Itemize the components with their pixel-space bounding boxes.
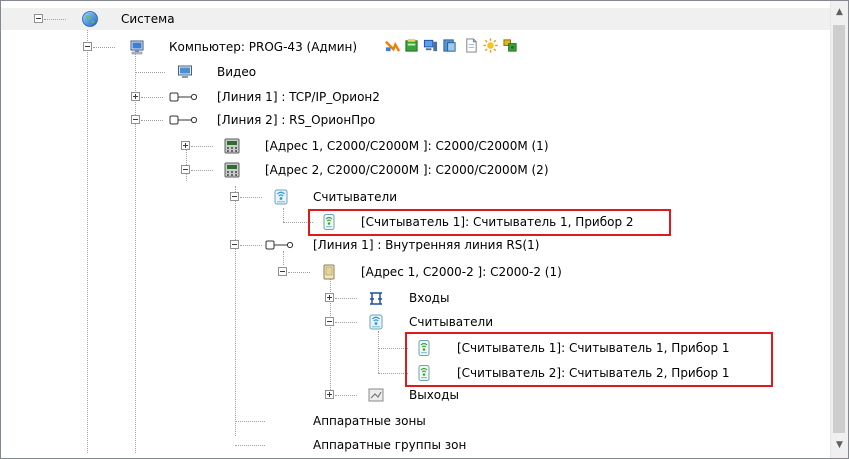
tree-connector — [141, 120, 163, 121]
tree-item-label: Аппаратные группы зон — [313, 438, 467, 452]
tree-connector — [288, 272, 310, 273]
tree-item-address-2[interactable]: [Адрес 2, С2000/С2000М ]: С2000/С2000М (… — [1, 159, 830, 181]
tree-connector — [44, 19, 66, 20]
scrollbar-thumb[interactable] — [833, 25, 845, 433]
tree-item-label: [Адрес 1, С2000/С2000М ]: С2000/С2000М (… — [265, 139, 549, 153]
tree-item-label: Выходы — [409, 388, 459, 402]
tree-item-label: Компьютер: PROG-43 (Админ) — [169, 40, 358, 54]
line-connector-icon — [169, 88, 199, 106]
tree-connector — [235, 421, 265, 422]
expand-toggle-icon[interactable] — [131, 92, 140, 101]
control-panel-icon — [223, 137, 241, 155]
tree-item-label: Считыватели — [313, 190, 397, 204]
tree-connector — [235, 445, 265, 446]
tree-connector — [335, 298, 357, 299]
readers-icon — [367, 313, 385, 331]
monitor-icon — [177, 63, 195, 81]
tree-connector — [240, 245, 262, 246]
tree-item-system[interactable]: Система — [1, 8, 830, 30]
globe-icon — [81, 10, 99, 28]
collapse-toggle-icon[interactable] — [181, 165, 190, 174]
tree-connector — [93, 47, 115, 48]
tree-item-label: [Адрес 2, С2000/С2000М ]: С2000/С2000М (… — [265, 163, 549, 177]
tree-connector — [335, 322, 357, 323]
scroll-up-icon[interactable]: ▲ — [834, 7, 845, 18]
tree-connector — [191, 146, 213, 147]
collapse-toggle-icon[interactable] — [34, 14, 43, 23]
tree-item-label: Считыватели — [409, 315, 493, 329]
tree-view-panel: Система Компьютер: PROG-43 (Админ) Видео — [0, 0, 849, 459]
tree-item-line-1[interactable]: [Линия 1] : TCP/IP_Орион2 — [1, 86, 830, 108]
tree-item-outputs[interactable]: Выходы — [1, 384, 830, 406]
tree-connector — [141, 97, 163, 98]
tree-connector — [378, 373, 408, 374]
expand-toggle-icon[interactable] — [325, 293, 334, 302]
collapse-toggle-icon[interactable] — [83, 42, 92, 51]
scroll-down-icon[interactable]: ▼ — [834, 440, 845, 451]
tree-item-c2000-2[interactable]: [Адрес 1, С2000-2 ]: С2000-2 (1) — [1, 261, 830, 283]
tree-item-internal-line-1[interactable]: [Линия 1] : Внутренняя линия RS(1) — [1, 234, 830, 256]
highlight-box — [308, 209, 671, 236]
tree-item-label: [Линия 2] : RS_ОрионПро — [217, 113, 376, 127]
sun-icon[interactable] — [483, 38, 498, 53]
tree-item-label: Система — [121, 12, 175, 26]
tree-item-label: Видео — [217, 65, 257, 79]
collapse-toggle-icon[interactable] — [325, 317, 334, 326]
c2000-2-device-icon — [320, 263, 338, 281]
tree-item-label: [Адрес 1, С2000-2 ]: С2000-2 (1) — [361, 265, 562, 279]
tree-item-hardware-zones[interactable]: Аппаратные зоны — [1, 410, 830, 432]
tree-item-label: [Линия 1] : TCP/IP_Орион2 — [217, 90, 380, 104]
tree-item-inputs[interactable]: Входы — [1, 287, 830, 309]
expand-toggle-icon[interactable] — [181, 141, 190, 150]
computer-icon — [129, 38, 147, 56]
vertical-scrollbar[interactable]: ▲ ▼ — [830, 1, 848, 458]
tree-item-label: Входы — [409, 291, 450, 305]
tree-item-readers[interactable]: Считыватели — [1, 186, 830, 208]
tree-item-line-2[interactable]: [Линия 2] : RS_ОрионПро — [1, 109, 830, 131]
tree-item-label: Аппаратные зоны — [313, 414, 426, 428]
blue-document-icon[interactable] — [442, 38, 457, 53]
tree-connector — [191, 170, 213, 171]
line-connector-icon — [265, 236, 295, 254]
control-panel-icon — [223, 161, 241, 179]
line-connector-icon — [169, 111, 199, 129]
blue-computer-icon[interactable] — [423, 38, 438, 53]
tree-connector — [240, 197, 262, 198]
green-database-icon[interactable] — [404, 38, 419, 53]
collapse-toggle-icon[interactable] — [230, 240, 239, 249]
keys-icon[interactable] — [503, 38, 518, 53]
tree-item-label: [Линия 1] : Внутренняя линия RS(1) — [313, 238, 540, 252]
tree-item-hardware-zone-groups[interactable]: Аппаратные группы зон — [1, 434, 830, 456]
readers-icon — [272, 188, 290, 206]
expand-toggle-icon[interactable] — [325, 390, 334, 399]
device-tree: Система Компьютер: PROG-43 (Админ) Видео — [1, 1, 830, 458]
tree-item-readers-2[interactable]: Считыватели — [1, 311, 830, 333]
page-icon[interactable] — [464, 38, 479, 53]
tree-connector — [335, 395, 357, 396]
collapse-toggle-icon[interactable] — [278, 267, 287, 276]
tree-connector — [135, 72, 165, 73]
tree-item-video[interactable]: Видео — [1, 61, 830, 83]
tree-connector — [378, 348, 408, 349]
outputs-icon — [367, 386, 385, 404]
collapse-toggle-icon[interactable] — [230, 192, 239, 201]
tree-item-computer[interactable]: Компьютер: PROG-43 (Админ) — [1, 36, 830, 58]
orange-arrow-icon[interactable] — [385, 38, 400, 53]
highlight-box — [405, 332, 773, 387]
inputs-icon — [367, 289, 385, 307]
tree-item-address-1[interactable]: [Адрес 1, С2000/С2000М ]: С2000/С2000М (… — [1, 135, 830, 157]
collapse-toggle-icon[interactable] — [131, 115, 140, 124]
